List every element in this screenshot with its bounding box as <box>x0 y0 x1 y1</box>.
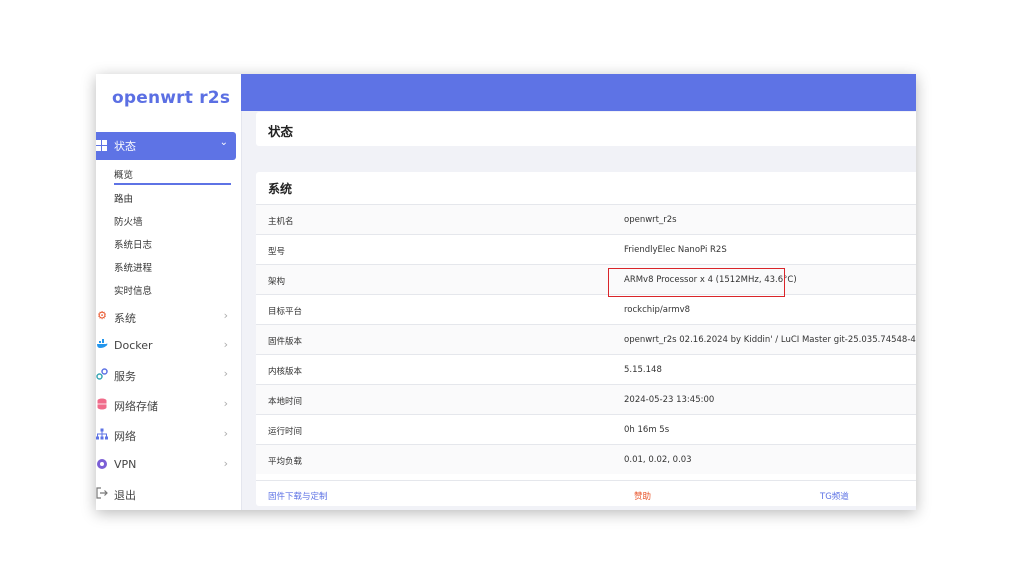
table-row: 目标平台 rockchip/armv8 <box>256 294 916 324</box>
highlight-box <box>608 268 785 297</box>
row-value: FriendlyElec NanoPi R2S <box>624 245 727 255</box>
row-key: 主机名 <box>268 217 294 227</box>
row-value: 0.01, 0.02, 0.03 <box>624 455 692 465</box>
chevron-right-icon: › <box>223 397 228 410</box>
sidebar-item-network[interactable]: 网络 › <box>96 425 236 447</box>
chevron-down-icon: ⌄ <box>219 137 228 148</box>
sidebar-item-label: 网络存储 <box>114 400 158 413</box>
system-info-table: 主机名 openwrt_r2s 型号 FriendlyElec NanoPi R2S… <box>256 204 916 474</box>
table-row: 平均负载 0.01, 0.02, 0.03 <box>256 444 916 474</box>
row-key: 平均负载 <box>268 457 303 467</box>
top-bar <box>241 74 916 111</box>
brand-logo[interactable]: openwrt r2s <box>112 88 230 108</box>
chevron-right-icon: › <box>223 457 228 470</box>
sidebar-item-label: 网络 <box>114 430 136 443</box>
footer-links: 固件下载与定制 赞助 TG频道 <box>256 480 916 507</box>
sidebar-item-docker[interactable]: Docker › <box>96 336 236 358</box>
grid-icon <box>96 140 107 151</box>
row-value: 0h 16m 5s <box>624 425 670 435</box>
table-row: 运行时间 0h 16m 5s <box>256 414 916 444</box>
section-title: 系统 <box>268 182 293 196</box>
sidebar-item-vpn[interactable]: VPN › <box>96 455 236 477</box>
page-header: 状态 <box>256 112 916 146</box>
subitem-overview[interactable]: 概览 <box>114 167 133 181</box>
row-key: 目标平台 <box>268 307 303 317</box>
sidebar-item-label: Docker <box>114 339 153 352</box>
sidebar-item-label: 退出 <box>114 489 136 502</box>
subitem-syslog[interactable]: 系统日志 <box>114 237 152 251</box>
sidebar-item-label: 状态 <box>114 140 136 153</box>
subitem-realtime[interactable]: 实时信息 <box>114 283 152 297</box>
sidebar-item-logout[interactable]: 退出 <box>96 484 236 506</box>
table-row: 架构 ARMv8 Processor x 4 (1512MHz, 43.6°C) <box>256 264 916 294</box>
sidebar-item-label: VPN <box>114 458 137 471</box>
row-value: rockchip/armv8 <box>624 305 691 315</box>
subitem-routes[interactable]: 路由 <box>114 191 133 205</box>
app-window: openwrt r2s 状态 ⌄ 概览 路由 防火墙 系统日志 系统进程 实时信… <box>96 74 916 510</box>
row-key: 本地时间 <box>268 397 303 407</box>
table-row: 主机名 openwrt_r2s <box>256 204 916 234</box>
row-key: 固件版本 <box>268 337 303 347</box>
row-key: 运行时间 <box>268 427 303 437</box>
page-title: 状态 <box>268 124 294 139</box>
chevron-right-icon: › <box>223 338 228 351</box>
sidebar-item-label: 系统 <box>114 312 136 325</box>
gear-icon: ⚙ <box>97 309 107 322</box>
sponsor-link[interactable]: 赞助 <box>634 490 651 502</box>
sidebar-item-label: 服务 <box>114 370 136 383</box>
row-value: 5.15.148 <box>624 365 662 375</box>
logout-icon <box>96 487 108 499</box>
network-icon <box>96 428 108 440</box>
table-row: 内核版本 5.15.148 <box>256 354 916 384</box>
docker-icon <box>96 339 108 351</box>
firmware-download-link[interactable]: 固件下载与定制 <box>268 490 328 502</box>
system-card: 系统 主机名 openwrt_r2s 型号 FriendlyElec NanoPi … <box>256 172 916 506</box>
table-row: 固件版本 openwrt_r2s 02.16.2024 by Kiddin' / … <box>256 324 916 354</box>
sidebar-item-storage[interactable]: 网络存储 › <box>96 395 236 417</box>
row-value: 2024-05-23 13:45:00 <box>624 395 715 405</box>
chevron-right-icon: › <box>223 427 228 440</box>
table-row: 型号 FriendlyElec NanoPi R2S <box>256 234 916 264</box>
chevron-right-icon: › <box>223 309 228 322</box>
storage-icon <box>96 398 108 410</box>
row-value: openwrt_r2s <box>624 215 677 225</box>
row-value: openwrt_r2s 02.16.2024 by Kiddin' / LuCI… <box>624 335 916 345</box>
tg-channel-link[interactable]: TG频道 <box>820 490 849 502</box>
sidebar: openwrt r2s 状态 ⌄ 概览 路由 防火墙 系统日志 系统进程 实时信… <box>96 74 242 510</box>
table-row: 本地时间 2024-05-23 13:45:00 <box>256 384 916 414</box>
chevron-right-icon: › <box>223 367 228 380</box>
row-key: 内核版本 <box>268 367 303 377</box>
sidebar-item-system[interactable]: ⚙ 系统 › <box>96 307 236 329</box>
row-key: 型号 <box>268 247 286 257</box>
subitem-firewall[interactable]: 防火墙 <box>114 214 143 228</box>
subitem-processes[interactable]: 系统进程 <box>114 260 152 274</box>
services-icon <box>96 368 108 380</box>
active-underline <box>114 183 231 185</box>
sidebar-item-status[interactable]: 状态 ⌄ <box>96 132 236 160</box>
row-key: 架构 <box>268 277 286 287</box>
vpn-icon <box>96 458 108 470</box>
sidebar-item-services[interactable]: 服务 › <box>96 365 236 387</box>
